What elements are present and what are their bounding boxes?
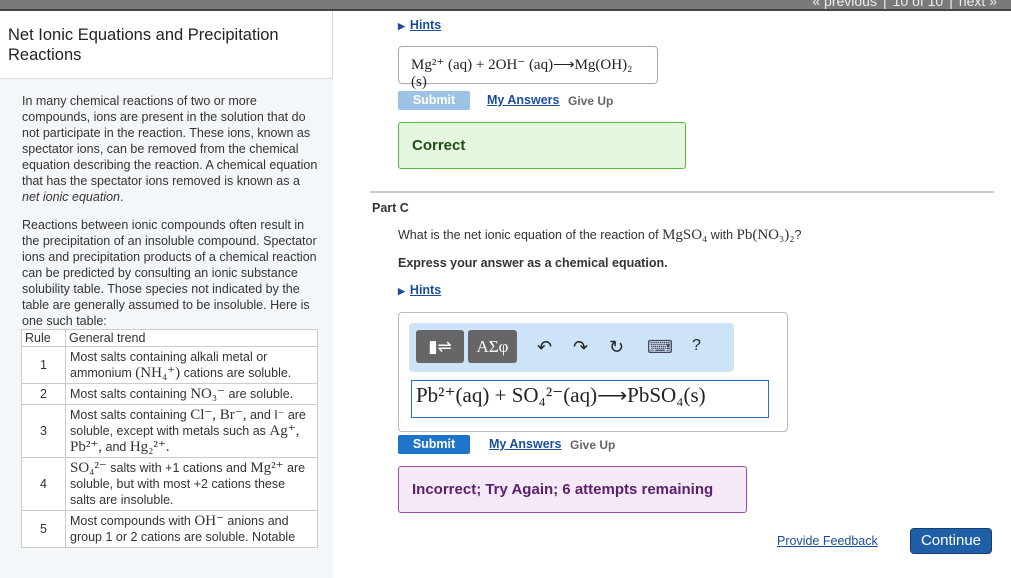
templates-button[interactable]: ▮⇌ <box>416 330 464 363</box>
equation-editor: ▮⇌ ΑΣφ ↶ ↷ ↻ ⌨ ? Pb²⁺(aq) + SO₄²⁻(aq)⟶Pb… <box>398 312 788 432</box>
previous-link[interactable]: « previous <box>812 0 877 9</box>
reset-icon[interactable]: ↻ <box>609 337 624 358</box>
pagination: « previous | 10 of 10 | next » <box>806 0 1003 9</box>
rule-text: Most compounds with OH⁻ anions and group… <box>65 510 318 548</box>
triangle-right-icon: ▶ <box>398 286 405 296</box>
part-b-my-answers-link[interactable]: My Answers <box>487 93 559 107</box>
rule-number: 1 <box>21 346 66 384</box>
part-c-give-up[interactable]: Give Up <box>570 438 615 452</box>
formula: NO₃⁻ <box>190 386 226 402</box>
triangle-right-icon: ▶ <box>398 21 405 31</box>
rule-number: 4 <box>21 457 66 511</box>
part-c-instruction: Express your answer as a chemical equati… <box>398 256 668 270</box>
table-row: 3 Most salts containing Cl⁻, Br⁻, and I⁻ … <box>21 404 318 458</box>
formula: MgSO₄ <box>662 227 708 243</box>
rule-number: 2 <box>21 383 66 405</box>
text: In many chemical reactions of two or mor… <box>22 94 318 188</box>
header-trend: General trend <box>65 329 318 347</box>
part-b-feedback-correct: Correct <box>398 122 686 169</box>
text: ? <box>794 228 802 242</box>
intro-paragraph-1: In many chemical reactions of two or mor… <box>22 93 319 205</box>
text: salts with +1 cations and <box>106 461 251 475</box>
solubility-table: Rule General trend 1 Most salts containing… <box>21 329 318 548</box>
formula: (NH₄⁺) <box>135 365 181 381</box>
redo-icon[interactable]: ↷ <box>573 337 588 358</box>
rule-text: SO₄²⁻ salts with +1 cations and Mg²⁺ are… <box>65 457 318 511</box>
text: with <box>707 228 737 242</box>
formula: OH⁻ <box>194 513 224 529</box>
rule-text: Most salts containing Cl⁻, Br⁻, and I⁻ a… <box>65 404 318 458</box>
term: net ionic equation <box>22 190 120 204</box>
formula: Cl⁻, Br⁻, <box>190 407 247 423</box>
table-row: 2 Most salts containing NO₃⁻ are soluble. <box>21 383 318 405</box>
table-row: 5 Most compounds with OH⁻ anions and grou… <box>21 510 318 548</box>
text: Most salts containing <box>70 408 191 422</box>
keyboard-icon[interactable]: ⌨ <box>647 337 673 358</box>
text: What is the net ionic equation of the re… <box>398 228 663 242</box>
page-title: Net Ionic Equations and Precipitation Re… <box>8 26 279 64</box>
part-c-my-answers-link[interactable]: My Answers <box>489 437 561 451</box>
divider <box>370 191 994 193</box>
rule-number: 3 <box>21 404 66 458</box>
text: Most compounds with <box>70 514 195 528</box>
hints-label: Hints <box>409 283 442 297</box>
text: and <box>102 440 130 454</box>
provide-feedback-link[interactable]: Provide Feedback <box>777 534 878 548</box>
part-b-hints-toggle[interactable]: ▶ Hints <box>398 18 441 32</box>
text: Most salts containing <box>70 387 191 401</box>
intro-panel: In many chemical reactions of two or mor… <box>0 78 333 578</box>
formula: Pb(NO₃)₂ <box>736 227 795 243</box>
table-row: 4 SO₄²⁻ salts with +1 cations and Mg²⁺ ar… <box>21 457 318 511</box>
intro-paragraph-2: Reactions between ionic compounds often … <box>22 218 317 328</box>
part-c-feedback-incorrect: Incorrect; Try Again; 6 attempts remaini… <box>398 466 747 513</box>
part-c-submit-button[interactable]: Submit <box>398 435 470 454</box>
rule-number: 5 <box>21 510 66 548</box>
page-indicator: 10 of 10 <box>892 0 944 9</box>
continue-button[interactable]: Continue <box>910 528 992 554</box>
top-bar: « previous | 10 of 10 | next » <box>0 0 1011 11</box>
help-icon[interactable]: ? <box>692 337 701 355</box>
formula: Hg₂²⁺. <box>129 439 170 455</box>
undo-icon[interactable]: ↶ <box>537 337 552 358</box>
answer-input[interactable]: Pb²⁺(aq) + SO₄²⁻(aq)⟶PbSO₄(s) <box>411 380 769 418</box>
question-column: ▶ Hints Mg²⁺ (aq) + 2OH⁻ (aq)⟶Mg(OH)₂ (s)… <box>370 11 1011 566</box>
formula: SO₄²⁻ <box>70 460 107 476</box>
text: . <box>120 190 124 204</box>
intro-column: Net Ionic Equations and Precipitation Re… <box>0 11 333 578</box>
part-c-label: Part C <box>372 201 409 215</box>
part-c-question: What is the net ionic equation of the re… <box>398 227 801 244</box>
part-b-give-up: Give Up <box>568 94 614 108</box>
table-row: 1 Most salts containing alkali metal or a… <box>21 346 318 384</box>
hints-label: Hints <box>409 18 442 32</box>
formula: Mg²⁺ <box>250 460 284 476</box>
rule-text: Most salts containing NO₃⁻ are soluble. <box>65 383 318 405</box>
next-link[interactable]: next » <box>959 0 997 9</box>
text: are soluble. <box>225 387 294 401</box>
editor-toolbar: ▮⇌ ΑΣφ ↶ ↷ ↻ ⌨ ? <box>409 323 734 372</box>
part-b-answer: Mg²⁺ (aq) + 2OH⁻ (aq)⟶Mg(OH)₂ (s) <box>398 46 658 90</box>
part-b-submit-button[interactable]: Submit <box>398 91 470 110</box>
text: cations are soluble. <box>180 366 292 380</box>
header-rule: Rule <box>21 329 66 347</box>
greek-symbols-button[interactable]: ΑΣφ <box>468 330 517 363</box>
rule-text: Most salts containing alkali metal or am… <box>65 346 318 384</box>
part-c-hints-toggle[interactable]: ▶ Hints <box>398 283 441 297</box>
